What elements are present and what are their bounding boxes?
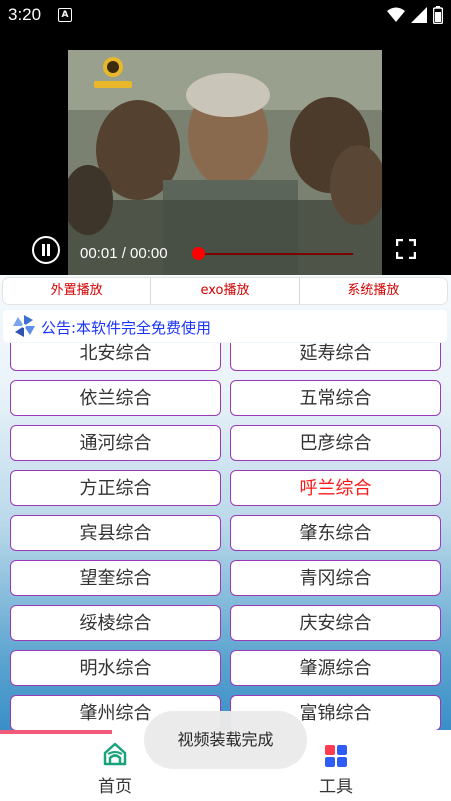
channel-button[interactable]: 五常综合	[230, 380, 441, 416]
video-frame[interactable]	[68, 50, 382, 275]
video-player[interactable]: 00:01 / 00:00	[0, 30, 451, 275]
channel-button[interactable]: 依兰综合	[10, 380, 221, 416]
home-icon	[103, 742, 127, 766]
status-time: 3:20	[8, 5, 42, 24]
channel-button[interactable]: 通河综合	[10, 425, 221, 461]
channel-button[interactable]: 延寿综合	[230, 343, 441, 371]
tools-grid-icon	[325, 745, 347, 767]
notice-text: 公告:本软件完全免费使用	[41, 319, 212, 337]
channel-button-active[interactable]: 呼兰综合	[230, 470, 441, 506]
playback-time: 00:01 / 00:00	[80, 245, 168, 262]
wifi-icon	[387, 7, 405, 22]
channel-button[interactable]: 北安综合	[10, 343, 221, 371]
play-mode-tabs: 外置播放 exo播放 系统播放	[3, 278, 447, 304]
signal-icon	[411, 7, 427, 23]
tab-external-player[interactable]: 外置播放	[3, 278, 152, 304]
status-icons	[387, 6, 443, 24]
toast-message: 视频装载完成	[144, 711, 307, 769]
channel-grid: 北安综合 延寿综合 依兰综合 五常综合 通河综合 巴彦综合 方正综合 呼兰综合 …	[0, 343, 451, 730]
seek-bar[interactable]	[198, 253, 353, 255]
channel-button[interactable]: 肇源综合	[230, 650, 441, 686]
nav-tools-label: 工具	[319, 777, 353, 797]
channel-button[interactable]: 巴彦综合	[230, 425, 441, 461]
tab-system-player[interactable]: 系统播放	[300, 278, 447, 304]
tab-exo-player[interactable]: exo播放	[151, 278, 300, 304]
channel-button[interactable]: 望奎综合	[10, 560, 221, 596]
channel-button[interactable]: 肇东综合	[230, 515, 441, 551]
pinwheel-icon	[13, 315, 35, 337]
content-area: 外置播放 exo播放 系统播放 公告:本软件完全免费使用 北安综合 延寿综合 依…	[0, 275, 451, 730]
channel-button[interactable]: 明水综合	[10, 650, 221, 686]
nav-home-label: 首页	[98, 777, 132, 797]
fullscreen-icon[interactable]	[396, 239, 416, 259]
channel-button[interactable]: 青冈综合	[230, 560, 441, 596]
pause-button[interactable]	[32, 236, 60, 264]
channel-logo-icon	[90, 56, 136, 90]
status-bar: 3:20 A	[0, 0, 451, 30]
notice-bar: 公告:本软件完全免费使用	[3, 310, 447, 342]
channel-button[interactable]: 绥棱综合	[10, 605, 221, 641]
channel-button[interactable]: 方正综合	[10, 470, 221, 506]
notification-badge: A	[58, 8, 72, 22]
channel-button[interactable]: 庆安综合	[230, 605, 441, 641]
channel-button[interactable]: 宾县综合	[10, 515, 221, 551]
battery-icon	[433, 6, 443, 24]
seek-thumb[interactable]	[192, 247, 205, 260]
